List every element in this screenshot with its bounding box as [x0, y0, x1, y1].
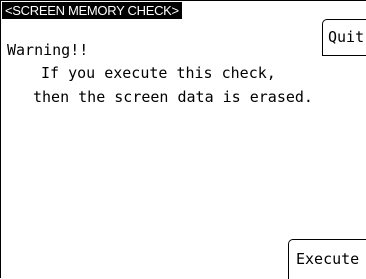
screen-title: <SCREEN MEMORY CHECK> — [2, 2, 182, 19]
warning-heading: Warning!! — [7, 41, 89, 59]
screen-frame: <SCREEN MEMORY CHECK> Quit Warning!! If … — [0, 0, 366, 279]
warning-text-line-2: then the screen data is erased. — [33, 88, 313, 106]
execute-button[interactable]: Execute — [288, 239, 366, 279]
quit-button[interactable]: Quit — [322, 19, 366, 56]
warning-text-line-1: If you execute this check, — [41, 64, 276, 82]
